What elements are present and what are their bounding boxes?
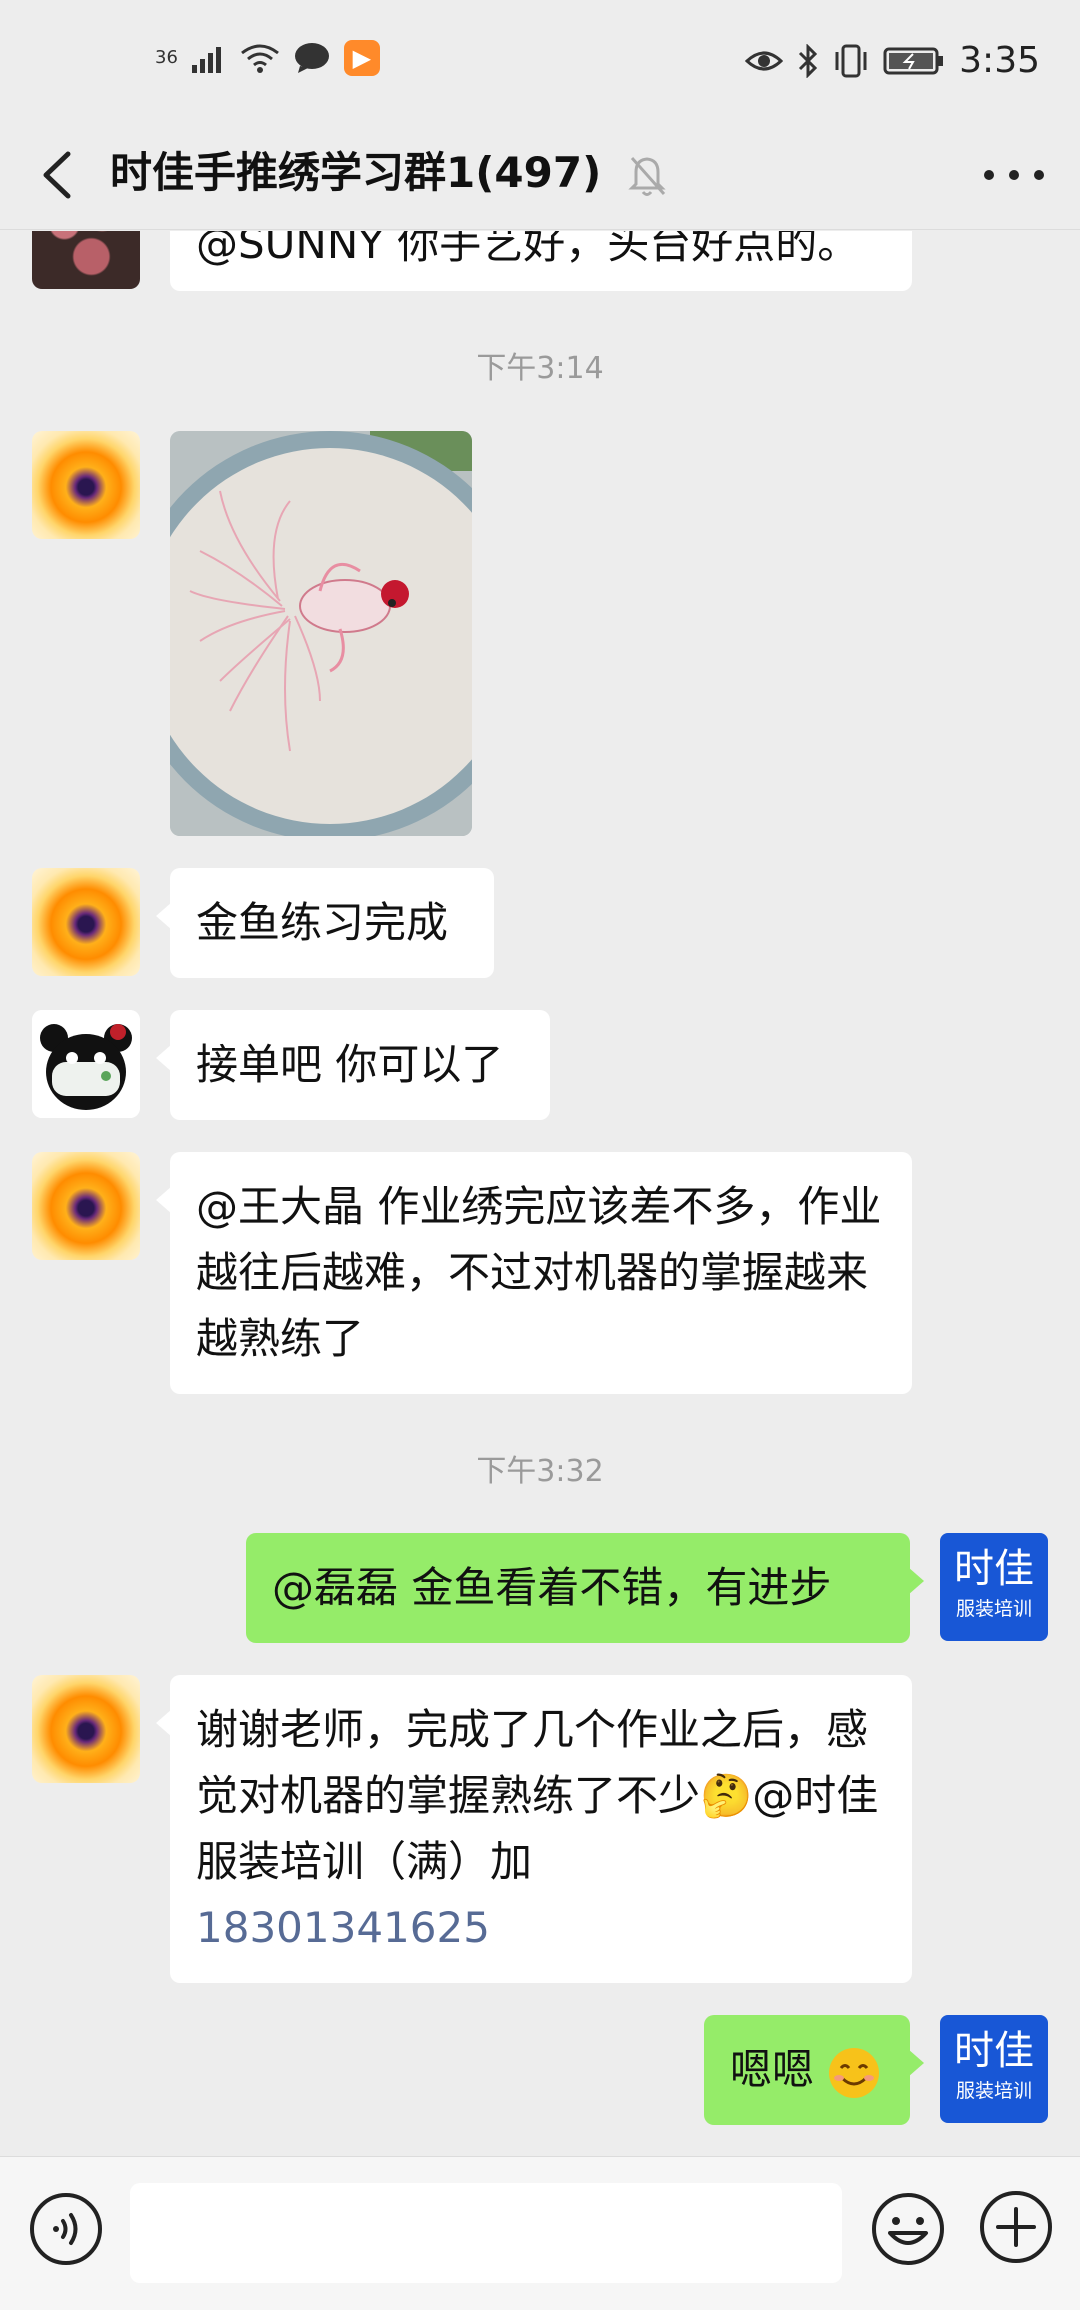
chat-title: 时佳手推绣学习群1(497) — [110, 148, 602, 197]
smile-emoji-icon — [829, 2047, 880, 2098]
embroidery-image[interactable] — [170, 431, 472, 836]
message-bubble[interactable]: 谢谢老师，完成了几个作业之后，感觉对机器的掌握熟练了不少🤔@时佳服装培训（满）加… — [156, 1675, 912, 1983]
video-app-icon: ▶ — [343, 40, 380, 76]
phone-link[interactable]: 18301341625 — [196, 1903, 490, 1952]
self-avatar-sublabel: 服装培训 — [955, 2080, 1032, 2102]
self-avatar-label: 时佳 — [954, 2028, 1034, 2074]
vibrate-icon — [835, 44, 867, 77]
self-avatar-sublabel: 服装培训 — [955, 1598, 1032, 1620]
status-bar: 36 ▶ 3:35 — [0, 0, 1080, 120]
self-message-bubble[interactable]: 嗯嗯 — [704, 2015, 924, 2125]
avatar[interactable] — [32, 868, 140, 976]
bell-off-icon — [628, 157, 666, 196]
chat-header: 时佳手推绣学习群1(497) — [0, 120, 1080, 230]
wifi-icon — [240, 44, 279, 73]
message-bubble[interactable]: @王大晶 作业绣完应该差不多，作业越往后越难，不过对机器的掌握越来越熟练了 — [156, 1152, 912, 1394]
panda-avatar-image — [32, 1010, 140, 1118]
message-text: @磊磊 金鱼看着不错，有进步 — [272, 1563, 832, 1612]
message-bubble[interactable]: 接单吧 你可以了 — [156, 1010, 550, 1120]
message-list[interactable]: @SUNNY 你手艺好，头台好点的。 下午3:14 金鱼练习完成 接单吧 你可以… — [0, 231, 1080, 2156]
avatar[interactable] — [32, 231, 140, 289]
plus-icon[interactable] — [978, 2189, 1054, 2265]
avatar[interactable] — [32, 1675, 140, 1783]
status-right-icons: 3:35 — [745, 40, 1040, 81]
voice-icon[interactable] — [28, 2191, 104, 2267]
message-bubble[interactable]: 金鱼练习完成 — [156, 868, 494, 978]
signal-icon — [191, 47, 221, 73]
avatar[interactable] — [32, 1152, 140, 1260]
input-bar — [0, 2156, 1080, 2310]
message-input[interactable] — [130, 2183, 842, 2283]
message-text: 谢谢老师，完成了几个作业之后，感觉对机器的掌握熟练了不少🤔@时佳服装培训（满）加 — [196, 1705, 879, 1886]
bluetooth-icon — [799, 43, 818, 78]
self-avatar[interactable]: 时佳 服装培训 — [940, 1533, 1048, 1641]
chevron-left-icon[interactable] — [30, 140, 90, 210]
self-avatar-label: 时佳 — [954, 1546, 1034, 1592]
timestamp: 下午3:32 — [476, 1454, 604, 1489]
more-dots-icon[interactable] — [984, 150, 1044, 200]
status-left-icons: 36 ▶ — [155, 40, 380, 76]
network-label: 36 — [155, 47, 178, 68]
message-text: @SUNNY 你手艺好，头台好点的。 — [196, 231, 860, 268]
message-text: @王大晶 作业绣完应该差不多，作业越往后越难，不过对机器的掌握越来越熟练了 — [196, 1182, 882, 1363]
message-bubble-partial[interactable]: @SUNNY 你手艺好，头台好点的。 — [156, 231, 912, 291]
message-text: 接单吧 你可以了 — [196, 1040, 504, 1089]
message-text: 金鱼练习完成 — [196, 898, 449, 947]
avatar[interactable] — [32, 1010, 140, 1118]
self-message-bubble[interactable]: @磊磊 金鱼看着不错，有进步 — [246, 1533, 924, 1643]
message-text: 嗯嗯 — [730, 2045, 815, 2094]
eye-icon — [745, 51, 784, 70]
avatar[interactable] — [32, 431, 140, 539]
goldfish-embroidery-image — [170, 431, 472, 836]
emoji-icon[interactable] — [868, 2189, 948, 2269]
message-icon — [294, 43, 329, 73]
status-time: 3:35 — [959, 40, 1040, 81]
self-avatar[interactable]: 时佳 服装培训 — [940, 2015, 1048, 2123]
battery-icon — [883, 47, 944, 74]
timestamp: 下午3:14 — [476, 351, 604, 386]
